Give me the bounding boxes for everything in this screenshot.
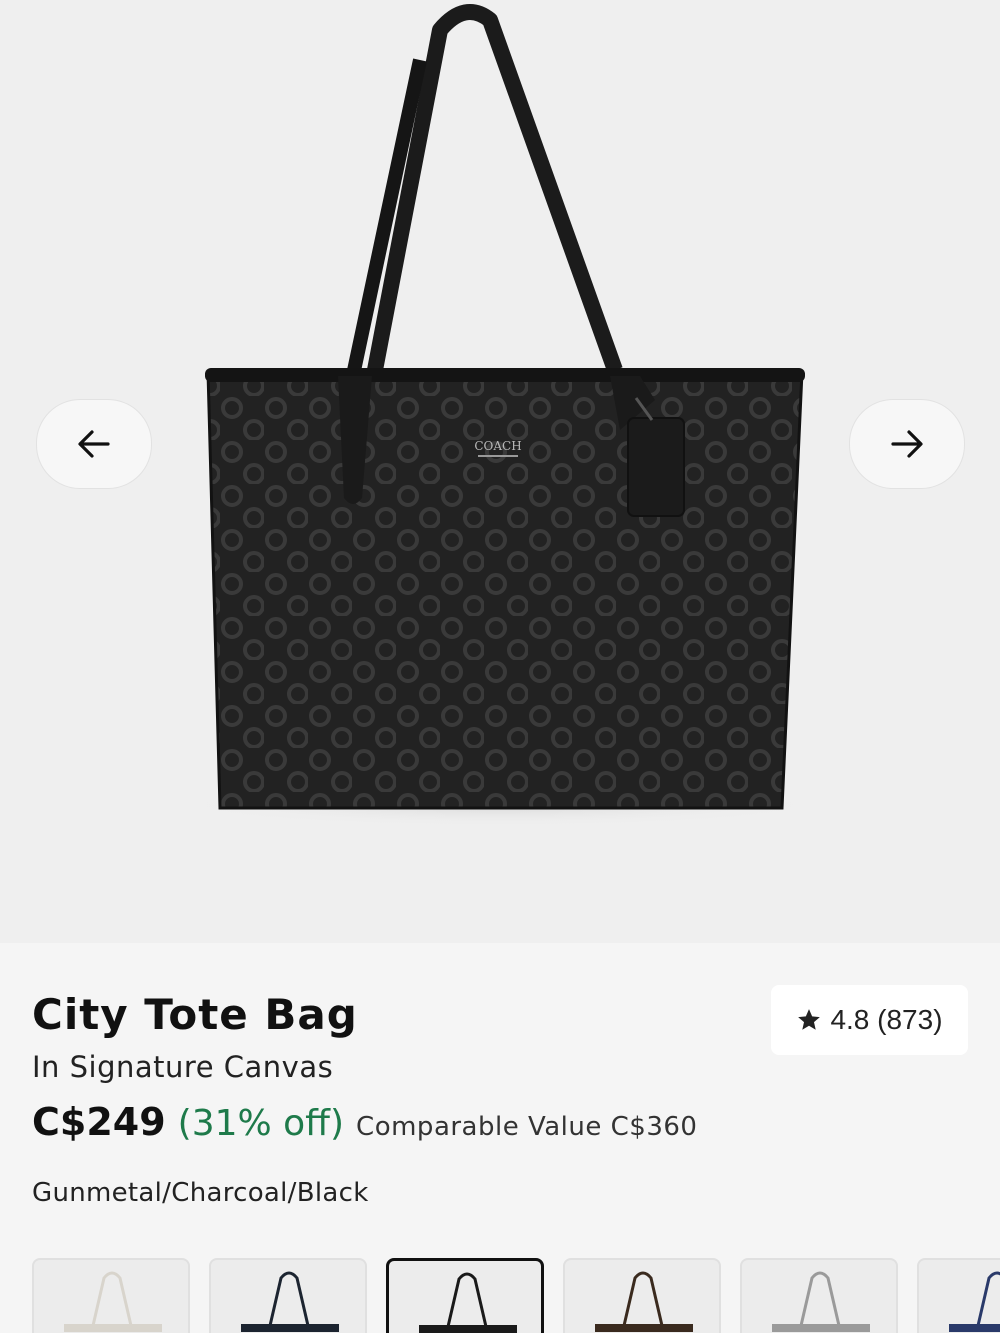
color-swatch[interactable] [917,1258,1000,1333]
product-title: City Tote Bag [32,990,358,1039]
previous-image-button[interactable] [36,399,152,489]
color-swatch[interactable] [563,1258,721,1333]
rating-badge[interactable]: 4.8 (873) [771,985,968,1055]
selected-color-name: Gunmetal/Charcoal/Black [32,1178,369,1208]
swatch-bag-thumbnail [64,1271,162,1332]
comparable-value: Comparable Value C$360 [356,1112,698,1142]
swatch-bag-thumbnail [241,1271,339,1332]
swatch-bag-thumbnail [949,1271,1000,1332]
product-subtitle: In Signature Canvas [32,1050,334,1084]
color-swatch[interactable] [386,1258,544,1333]
swatch-bag-thumbnail [772,1271,870,1332]
bag-logo: COACH [474,439,521,453]
swatch-bag-thumbnail [595,1271,693,1332]
arrow-right-icon [891,430,923,458]
color-swatch[interactable] [209,1258,367,1333]
discount-percent: (31% off) [177,1103,345,1144]
rating-text: 4.8 (873) [830,1004,943,1035]
arrow-left-icon [78,430,110,458]
star-icon [798,1009,821,1030]
color-swatch[interactable] [740,1258,898,1333]
color-swatch[interactable] [32,1258,190,1333]
sale-price: C$249 [32,1100,166,1144]
price-row: C$249 (31% off) Comparable Value C$360 [32,1100,697,1144]
next-image-button[interactable] [849,399,965,489]
swatch-bag-thumbnail [419,1272,517,1333]
product-image-gallery: COACH [0,0,1000,943]
color-swatch-list [32,1258,1000,1333]
product-image: COACH [170,4,830,827]
